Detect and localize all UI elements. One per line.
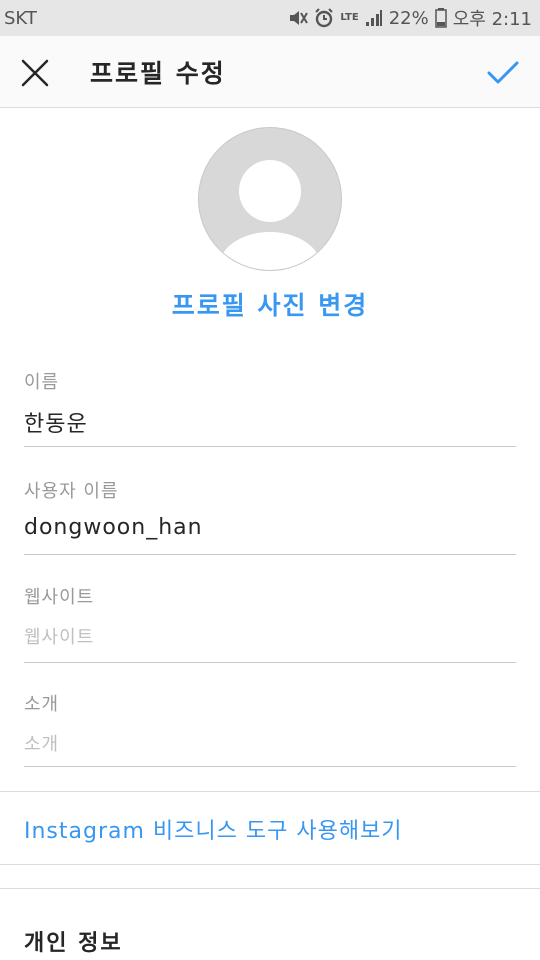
network-type: LTE bbox=[340, 12, 359, 23]
name-field[interactable]: 이름 한동운 bbox=[24, 368, 516, 447]
done-button[interactable] bbox=[486, 58, 520, 88]
app-bar: 프로필 수정 bbox=[0, 36, 540, 108]
divider bbox=[0, 791, 540, 792]
bio-field[interactable]: 소개 소개 bbox=[24, 690, 516, 767]
carrier-label: SKT bbox=[4, 7, 37, 29]
profile-avatar[interactable] bbox=[198, 127, 342, 271]
clock: 오후 2:11 bbox=[452, 9, 532, 30]
website-field[interactable]: 웹사이트 웹사이트 bbox=[24, 583, 516, 663]
battery-icon bbox=[434, 8, 447, 28]
username-field[interactable]: 사용자 이름 dongwoon_han bbox=[24, 477, 516, 555]
divider bbox=[0, 864, 540, 865]
mute-icon bbox=[288, 9, 309, 27]
alarm-icon bbox=[314, 8, 334, 28]
name-label: 이름 bbox=[24, 372, 60, 393]
website-label: 웹사이트 bbox=[24, 587, 95, 608]
bio-input[interactable]: 소개 bbox=[24, 730, 516, 756]
name-input[interactable]: 한동운 bbox=[24, 406, 516, 438]
close-button[interactable] bbox=[20, 58, 50, 88]
default-avatar-icon bbox=[239, 160, 301, 222]
signal-icon bbox=[365, 9, 383, 27]
page-title: 프로필 수정 bbox=[90, 59, 226, 88]
username-input[interactable]: dongwoon_han bbox=[24, 515, 516, 540]
bio-label: 소개 bbox=[24, 694, 60, 715]
website-input[interactable]: 웹사이트 bbox=[24, 623, 516, 649]
status-icons: LTE 22% 오후 2:11 bbox=[288, 5, 532, 31]
private-info-heading: 개인 정보 bbox=[24, 931, 123, 956]
battery-percent: 22% bbox=[388, 7, 429, 29]
checkmark-icon bbox=[487, 61, 519, 84]
divider bbox=[0, 888, 540, 889]
close-icon bbox=[21, 59, 49, 87]
business-tools-link[interactable]: Instagram 비즈니스 도구 사용해보기 bbox=[24, 813, 403, 845]
status-bar: SKT LTE 22% 오후 2:11 bbox=[0, 0, 540, 36]
username-label: 사용자 이름 bbox=[24, 481, 119, 502]
change-profile-photo-link[interactable]: 프로필 사진 변경 bbox=[0, 286, 540, 322]
